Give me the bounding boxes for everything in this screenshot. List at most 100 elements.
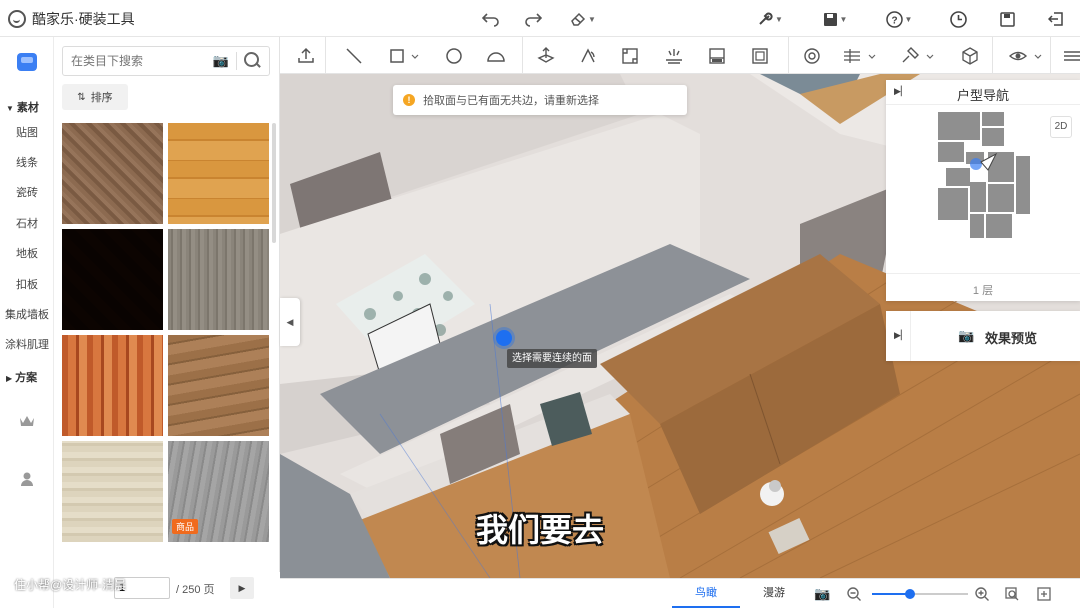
save-icon: [823, 12, 837, 26]
tools-menu-button[interactable]: ▼: [752, 8, 788, 30]
help-icon: ?: [885, 10, 903, 28]
divider: [910, 311, 911, 361]
toast-message: 拾取面与已有面无共边，请重新选择: [423, 95, 599, 107]
navigator-title: 户型导航: [956, 88, 1009, 103]
zoom-slider-knob[interactable]: [905, 589, 916, 599]
search-input[interactable]: [63, 47, 213, 75]
arc-tool-icon[interactable]: [486, 46, 506, 66]
rail-item-ceiling-panel[interactable]: 扣板: [0, 276, 54, 292]
save-file-button[interactable]: [996, 8, 1018, 30]
crown-icon[interactable]: [18, 414, 36, 432]
zoom-slider[interactable]: [872, 589, 968, 599]
next-page-button[interactable]: ▶: [230, 577, 254, 599]
circular-array-icon[interactable]: [802, 46, 822, 66]
eraser-menu-button[interactable]: ▼: [565, 8, 601, 30]
wall-grid-icon[interactable]: [750, 46, 770, 66]
exit-icon: [1048, 12, 1063, 26]
zoom-fit-icon[interactable]: [1004, 586, 1020, 602]
view-tab-walkthrough[interactable]: 漫游: [746, 579, 802, 608]
clock-icon: [949, 10, 967, 28]
brand[interactable]: 酷家乐·硬装工具: [8, 9, 135, 29]
sort-button[interactable]: ⇅ 排序: [62, 84, 128, 110]
search-icon[interactable]: [242, 50, 262, 70]
preview-title: 效果预览: [985, 331, 1038, 346]
zoom-in-icon[interactable]: [974, 586, 990, 602]
material-tile[interactable]: [62, 335, 163, 436]
floor-label[interactable]: 1 层: [886, 282, 1080, 298]
materials-cube-icon[interactable]: [17, 53, 37, 71]
cursor-marker: [496, 330, 512, 346]
chevron-down-icon: ▼: [775, 14, 783, 24]
material-tile[interactable]: [168, 335, 269, 436]
warning-icon: !: [403, 94, 415, 106]
2d-toggle-button[interactable]: 2D: [1050, 116, 1072, 138]
view-tab-birdseye[interactable]: 鸟瞰: [672, 579, 740, 608]
rail-section-label: 素材: [16, 102, 39, 114]
undo-icon[interactable]: [480, 8, 502, 30]
rail-section-plans[interactable]: ▶ 方案: [6, 369, 37, 385]
navigator-header: ▶▏ 户型导航: [886, 80, 1080, 105]
svg-text:?: ?: [891, 15, 897, 26]
save-menu-button[interactable]: ▼: [817, 8, 853, 30]
floorplan-minimap[interactable]: [926, 112, 1036, 242]
rail-item-stone[interactable]: 石材: [0, 215, 54, 231]
history-button[interactable]: [947, 8, 969, 30]
panel-scrollbar[interactable]: [272, 123, 276, 243]
rectangle-tool-icon[interactable]: [388, 46, 420, 66]
rail-item-floor[interactable]: 地板: [0, 245, 54, 261]
video-subtitle: 我们要去: [475, 511, 604, 549]
rail-item-paint-texture[interactable]: 涂料肌理: [0, 336, 54, 352]
chevron-down-icon: ▼: [588, 14, 596, 24]
divider: [1050, 37, 1051, 74]
search-box: 📷: [62, 46, 270, 76]
align-tool-icon[interactable]: [842, 46, 878, 66]
rail-section-label: 方案: [15, 372, 38, 384]
line-tool-icon[interactable]: [344, 46, 364, 66]
visibility-icon[interactable]: [1008, 46, 1044, 66]
snapshot-camera-icon[interactable]: 📷: [814, 586, 830, 602]
divider: [236, 52, 237, 70]
fullscreen-icon[interactable]: [1036, 586, 1052, 602]
collapse-toggle-icon[interactable]: ▶▏: [894, 330, 908, 341]
effect-preview-panel[interactable]: ▶▏ 📷 效果预览: [886, 311, 1080, 361]
page-total: / 250 页: [176, 584, 215, 596]
extrude-icon[interactable]: [536, 46, 556, 66]
help-menu-button[interactable]: ? ▼: [881, 8, 917, 30]
material-tile[interactable]: [62, 123, 163, 224]
upload-icon[interactable]: [296, 46, 316, 66]
material-tile[interactable]: [168, 123, 269, 224]
exit-button[interactable]: [1045, 8, 1067, 30]
paint-brush-icon[interactable]: [900, 46, 936, 66]
tool-bar: [280, 37, 1080, 74]
app-title: 酷家乐·硬装工具: [32, 11, 135, 27]
more-tools-icon[interactable]: [1062, 46, 1080, 66]
caret-right-icon: ▶: [6, 374, 13, 383]
rail-item-tile[interactable]: 瓷砖: [0, 184, 54, 200]
material-tile[interactable]: [168, 229, 269, 330]
divider: [886, 273, 1080, 274]
material-tile[interactable]: [62, 229, 163, 330]
frame-select-icon[interactable]: [620, 46, 640, 66]
camera-search-icon[interactable]: 📷: [213, 53, 229, 69]
panel-tool-icon[interactable]: [707, 46, 727, 66]
watermark: 住小帮@设计师-清晨: [14, 578, 127, 592]
light-strip-icon[interactable]: [664, 46, 684, 66]
redo-icon[interactable]: [522, 8, 544, 30]
rotate-surface-icon[interactable]: [578, 46, 598, 66]
user-icon[interactable]: [18, 471, 36, 489]
rail-item-molding[interactable]: 线条: [0, 154, 54, 170]
top-bar: 酷家乐·硬装工具 ▼ ▼ ▼ ? ▼: [0, 0, 1080, 37]
zoom-out-icon[interactable]: [846, 586, 862, 602]
cursor-hint: 选择需要连续的面: [507, 349, 597, 368]
divider: [788, 37, 789, 74]
divider: [522, 37, 523, 74]
3d-box-icon[interactable]: [960, 46, 980, 66]
floorplan-navigator: ▶▏ 户型导航 2D 1 层: [886, 80, 1080, 301]
collapse-panel-button[interactable]: ◀: [280, 298, 300, 346]
circle-tool-icon[interactable]: [444, 46, 464, 66]
eraser-icon: [571, 12, 586, 26]
rail-section-materials[interactable]: ▼ 素材: [6, 99, 39, 115]
chevron-down-icon: ▼: [904, 14, 913, 24]
rail-item-texture[interactable]: 贴图: [0, 124, 54, 140]
rail-item-wall-panel[interactable]: 集成墙板: [0, 306, 54, 322]
